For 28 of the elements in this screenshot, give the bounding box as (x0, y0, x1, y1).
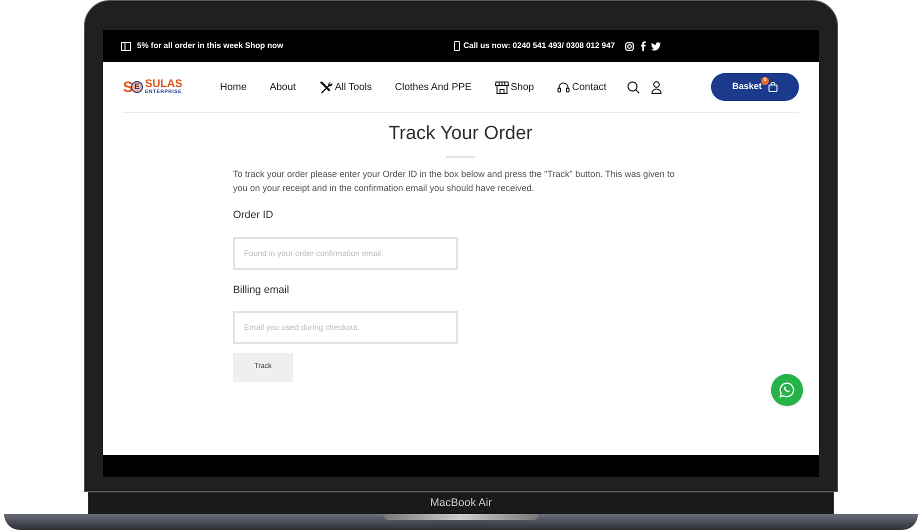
nav-link[interactable]: All Tools (318, 80, 372, 94)
facebook-icon[interactable] (640, 41, 646, 51)
twitter-icon[interactable] (651, 42, 661, 50)
phone-icon (454, 41, 460, 51)
page-title: Track Your Order (388, 124, 534, 143)
headset-icon (556, 80, 570, 94)
tools-icon (318, 80, 333, 94)
phone-text: Call us now: 0240 541 493/ 0308 012 947 (463, 40, 615, 52)
field-label: Billing email (233, 284, 290, 295)
search-icon[interactable] (627, 80, 640, 94)
storefront-icon (494, 80, 509, 94)
instagram-icon[interactable] (625, 42, 634, 50)
whatsapp-icon (779, 382, 795, 398)
input-field[interactable]: Found in your order confirmation email. (233, 236, 458, 270)
input-field[interactable]: Email you used during checkout. (233, 311, 458, 344)
nav-link[interactable]: Contact (556, 80, 606, 94)
nav-link[interactable]: Home (220, 80, 247, 94)
card-icon (121, 42, 131, 50)
nav-link[interactable]: About (270, 80, 296, 94)
whatsapp-button[interactable] (771, 374, 803, 406)
promo-text: 5% for all order in this week Shop now (137, 40, 284, 52)
nav-link[interactable]: Clothes And PPE (394, 80, 472, 94)
intro-text: To track your order please enter your Order ID in the box below and press the "Track" button. This was given to you on your receipt and in the confirmation email you should have received. (233, 168, 676, 195)
device-label: MacBook Air (430, 496, 492, 512)
user-icon[interactable] (651, 80, 662, 94)
field-label: Order ID (233, 210, 274, 220)
bag-icon (768, 82, 778, 92)
nav-link[interactable]: Shop (494, 80, 534, 94)
